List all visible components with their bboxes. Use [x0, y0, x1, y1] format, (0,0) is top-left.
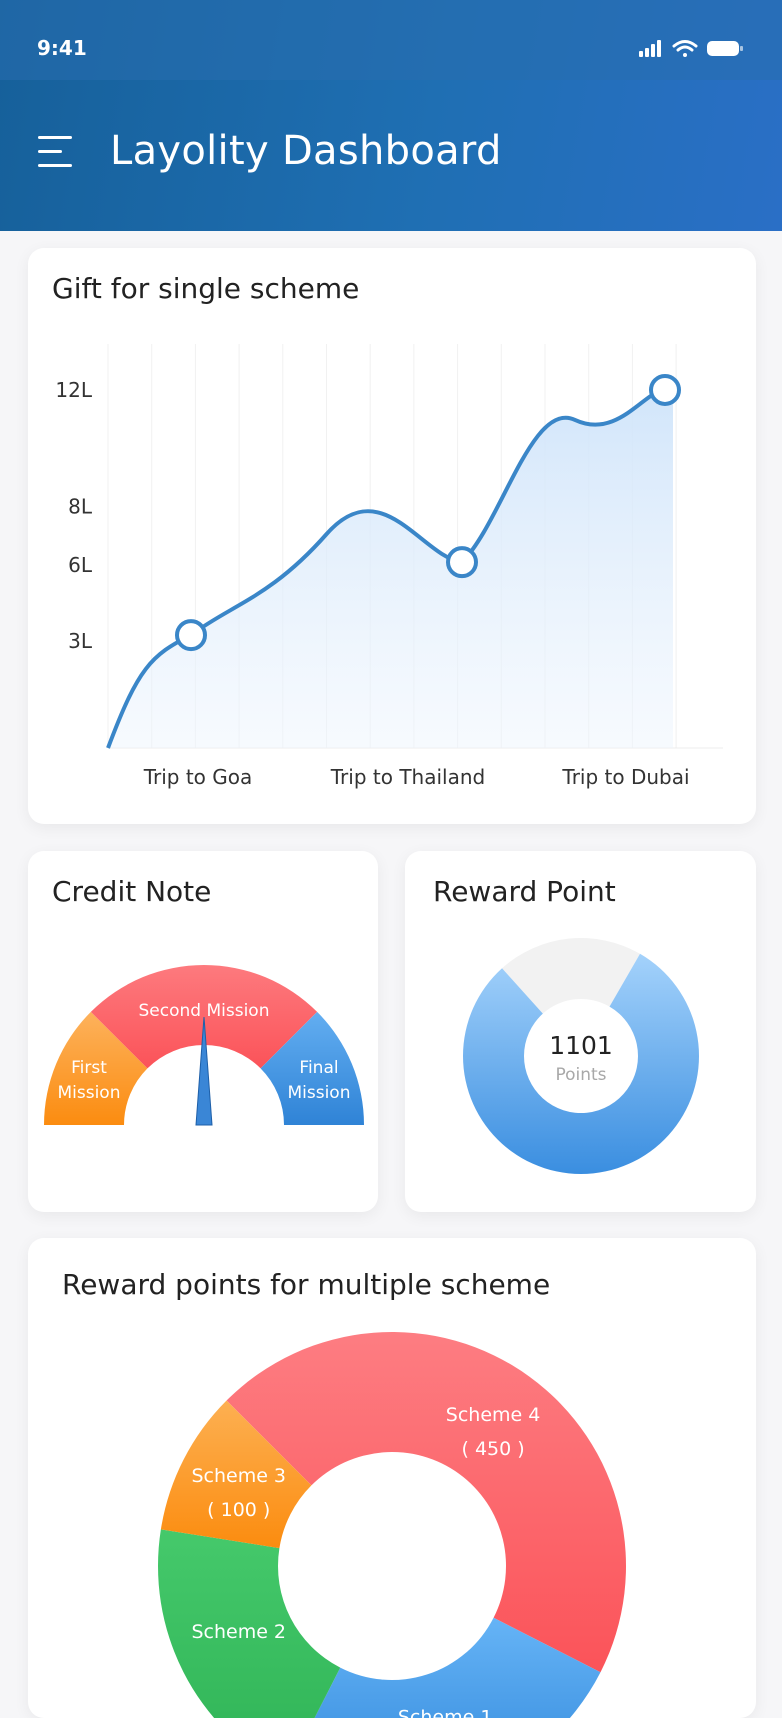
x-tick-label: Trip to Dubai — [561, 765, 689, 789]
y-tick-label: 8L — [68, 495, 93, 519]
reward-point-card: Reward Point 1101 Points — [405, 851, 756, 1212]
reward-points-value: 1101 — [549, 1031, 613, 1060]
scheme-name-label: Scheme 4 — [446, 1404, 541, 1426]
y-tick-label: 3L — [68, 629, 93, 653]
gift-area-chart: 12L 8L 6L 3L Trip to Goa Trip to Thailand Tri… — [55, 344, 723, 789]
multi-scheme-donut-chart: Scheme 4( 450 )Scheme 1(250 )Scheme 2Sch… — [157, 1331, 627, 1718]
reward-donut-chart: 1101 Points — [463, 938, 699, 1174]
wifi-icon — [672, 40, 698, 57]
data-point-3[interactable] — [649, 373, 681, 406]
scheme-value-label: ( 450 ) — [462, 1438, 525, 1460]
page-title: Layolity Dashboard — [110, 128, 502, 174]
data-point-2[interactable] — [446, 546, 478, 579]
app-header: 9:41 Layolity Dashboard — [0, 0, 782, 231]
gauge-segment-label: Final — [299, 1058, 338, 1078]
credit-gauge-chart: FirstMissionSecond MissionFinalMission — [44, 965, 364, 1126]
status-bar: 9:41 — [0, 0, 782, 80]
gauge-segment-label: First — [71, 1058, 107, 1078]
gift-chart-card: Gift for single scheme 12L 8L 6L 3L Trip to… — [28, 248, 756, 824]
gift-area-fill — [108, 389, 673, 748]
y-tick-label: 6L — [68, 553, 93, 577]
status-time: 9:41 — [37, 36, 87, 60]
data-point-1[interactable] — [175, 619, 207, 652]
gauge-segment-label: Mission — [57, 1083, 120, 1103]
reward-points-unit: Points — [555, 1065, 606, 1085]
scheme-value-label: ( 100 ) — [207, 1499, 270, 1521]
y-tick-label: 12L — [55, 378, 92, 402]
credit-note-card: Credit Note First Mission Second Mission Fi… — [28, 851, 378, 1212]
gauge-segment-label: Mission — [287, 1083, 350, 1103]
x-tick-label: Trip to Thailand — [330, 765, 485, 789]
battery-icon — [707, 41, 743, 56]
menu-icon[interactable] — [38, 136, 74, 170]
x-tick-label: Trip to Goa — [143, 765, 253, 789]
scheme-name-label: Scheme 3 — [191, 1465, 286, 1487]
scheme-name-label: Scheme 2 — [191, 1621, 286, 1643]
signal-icon — [639, 40, 661, 57]
scheme-name-label: Scheme 1 — [398, 1707, 493, 1718]
status-icons — [639, 38, 744, 64]
multi-scheme-card: Reward points for multiple scheme Scheme… — [28, 1238, 756, 1718]
